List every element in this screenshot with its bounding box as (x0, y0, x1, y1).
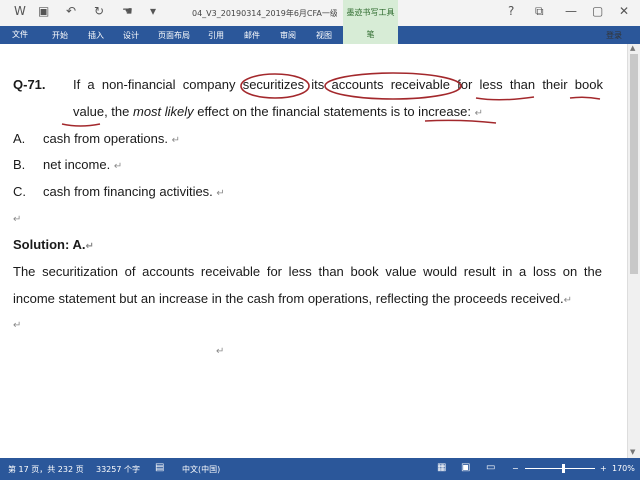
status-bar: 第 17 页，共 232 页 33257 个字 ▤ 中文(中国) ▦ ▣ ▭ −… (0, 458, 640, 480)
paragraph-mark: ↵ (216, 346, 225, 357)
paragraph-mark: ↵ (113, 161, 123, 172)
question-label: Q-71. (13, 77, 46, 92)
tab-references[interactable]: 引用 (208, 30, 224, 41)
tab-pen[interactable]: 笔 (343, 26, 398, 44)
language-indicator[interactable]: 中文(中国) (182, 464, 220, 475)
question-line-1: If a non-financial company securitizes i… (73, 77, 603, 92)
solution-label-text: Solution: A. (13, 237, 86, 252)
option-a-label: cash from operations. (43, 131, 169, 146)
zoom-in-button[interactable]: + (600, 464, 607, 473)
document-title: 04_V3_20190314_2019年6月CFA一级百题预... (192, 9, 337, 18)
paragraph-mark: ↵ (474, 108, 483, 119)
option-a-letter: A. (13, 131, 26, 146)
scroll-down-icon[interactable]: ▼ (630, 448, 635, 456)
question-text-part-a: value, the (73, 104, 133, 119)
option-c-text: cash from financing activities. ↵ (43, 184, 225, 199)
ink-tools-label: 墨迹书写工具 (343, 0, 398, 26)
tab-insert[interactable]: 插入 (88, 30, 104, 41)
ink-underline-value (61, 123, 101, 127)
help-button[interactable]: ? (508, 4, 514, 18)
tab-home[interactable]: 开始 (52, 30, 68, 41)
paragraph-mark: ↵ (171, 135, 181, 146)
scroll-thumb[interactable] (630, 54, 638, 274)
emphasis-most-likely: most likely (133, 104, 194, 119)
paragraph-mark: ↵ (563, 295, 573, 306)
option-b-letter: B. (13, 157, 26, 172)
tab-review[interactable]: 审阅 (280, 30, 296, 41)
save-icon[interactable]: ▣ (38, 4, 49, 18)
ink-underline-less-than (475, 96, 535, 101)
paragraph-mark: ↵ (216, 188, 225, 199)
option-b-label: net income. (43, 157, 111, 172)
tab-file[interactable]: 文件 (0, 26, 40, 44)
question-text-part-b: effect on the financial statements is to… (193, 104, 471, 119)
option-c-letter: C. (13, 184, 26, 199)
paragraph-mark: ↵ (85, 241, 94, 252)
tab-design[interactable]: 设计 (123, 30, 139, 41)
print-layout-icon[interactable]: ▣ (461, 462, 470, 473)
ribbon-tab-bar: 文件 开始 插入 设计 页面布局 引用 邮件 审阅 视图 笔 (0, 26, 640, 44)
zoom-out-button[interactable]: − (512, 464, 519, 473)
minimize-button[interactable]: — (565, 4, 577, 18)
sign-in-link[interactable]: 登录 (606, 30, 622, 41)
tab-view[interactable]: 视图 (316, 30, 332, 41)
redo-icon[interactable]: ↻ (94, 4, 104, 18)
ink-underline-book (569, 96, 601, 100)
ribbon-display-button[interactable]: ⧉ (535, 4, 544, 19)
solution-label: Solution: A.↵ (13, 237, 94, 252)
touch-mode-icon[interactable]: ☚ (122, 4, 133, 18)
close-button[interactable]: ✕ (619, 4, 629, 18)
read-mode-icon[interactable]: ▦ (437, 462, 446, 473)
vertical-scrollbar[interactable]: ▲ ▼ (627, 44, 640, 458)
paragraph-mark: ↵ (13, 320, 22, 331)
proofing-icon[interactable]: ▤ (155, 462, 164, 473)
question-line-2: value, the most likely effect on the fin… (73, 104, 483, 119)
zoom-level[interactable]: 170% (612, 464, 635, 473)
solution-line-1: The securitization of accounts receivabl… (13, 264, 602, 279)
title-bar: W ▣ ↶ ↻ ☚ ▾ 04_V3_20190314_2019年6月CFA一级百… (0, 0, 640, 26)
page-count[interactable]: 第 17 页，共 232 页 (8, 464, 84, 475)
word-count[interactable]: 33257 个字 (96, 464, 140, 475)
zoom-slider-thumb[interactable] (562, 464, 565, 473)
solution-line-2-text: income statement but an increase in the … (13, 291, 564, 306)
option-a-text: cash from operations. ↵ (43, 131, 180, 146)
scroll-up-icon[interactable]: ▲ (630, 44, 635, 52)
tab-layout[interactable]: 页面布局 (158, 30, 190, 41)
zoom-slider-track[interactable] (525, 468, 595, 469)
more-commands-icon[interactable]: ▾ (150, 4, 156, 18)
document-canvas[interactable]: Q-71. If a non-financial company securit… (0, 44, 627, 458)
option-c-label: cash from financing activities. (43, 184, 213, 199)
option-b-text: net income. ↵ (43, 157, 122, 172)
maximize-button[interactable]: ▢ (592, 4, 603, 18)
ink-underline-to-increase (424, 119, 497, 124)
undo-icon[interactable]: ↶ (66, 4, 76, 18)
paragraph-mark: ↵ (13, 214, 22, 225)
tab-mailings[interactable]: 邮件 (244, 30, 260, 41)
web-layout-icon[interactable]: ▭ (486, 462, 495, 473)
word-logo-icon: W (14, 4, 26, 18)
solution-line-2: income statement but an increase in the … (13, 291, 572, 306)
